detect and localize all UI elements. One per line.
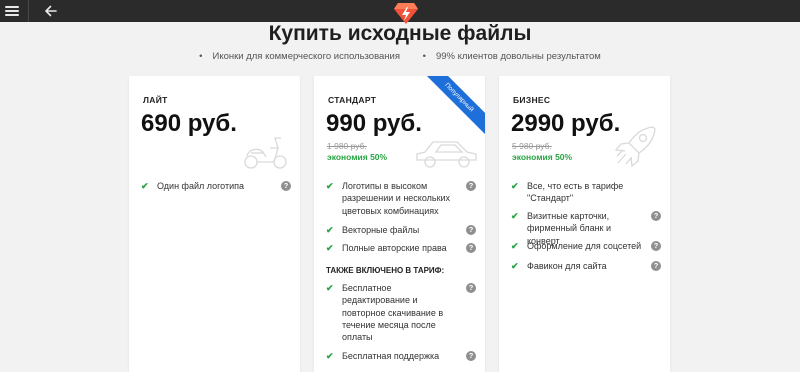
top-bar (0, 0, 800, 24)
check-icon: ✔ (326, 225, 334, 235)
extras-heading: ТАКЖЕ ВКЛЮЧЕНО В ТАРИФ: (326, 266, 445, 275)
plan-price: 690 руб. (141, 110, 237, 137)
check-icon: ✔ (511, 261, 519, 271)
plan-name: СТАНДАРТ (328, 95, 377, 105)
benefit-item: • Иконки для коммерческого использования (199, 51, 400, 62)
plan-name: ЛАЙТ (143, 95, 168, 105)
feature-item: ✔ Бесплатная поддержка ? (326, 350, 476, 362)
plan-price: 990 руб. (326, 110, 422, 137)
benefit-item: • 99% клиентов довольны результатом (422, 51, 601, 62)
check-icon: ✔ (511, 211, 519, 221)
feature-text: Векторные файлы (342, 225, 420, 235)
popular-badge: Популярный (425, 76, 485, 136)
feature-item: ✔ Оформление для соцсетей ? (511, 240, 661, 252)
badge-wrap: Популярный (425, 76, 485, 136)
old-price: 5 980 руб. (512, 141, 552, 151)
check-icon: ✔ (511, 241, 519, 251)
page-title: Купить исходные файлы (268, 22, 532, 45)
question-icon[interactable]: ? (466, 351, 476, 361)
feature-text: Полные авторские права (342, 243, 447, 253)
feature-text: Бесплатная поддержка (342, 351, 440, 361)
discount-label: экономия 50% (512, 152, 573, 162)
feature-item: ✔ Один файл логотипа ? (141, 180, 291, 192)
plan-name: БИЗНЕС (513, 95, 551, 105)
question-icon[interactable]: ? (651, 261, 661, 271)
question-icon[interactable]: ? (466, 225, 476, 235)
car-icon (416, 141, 477, 168)
feature-text: Логотипы в высоком разрешении и нескольк… (342, 181, 451, 216)
question-icon[interactable]: ? (466, 283, 476, 293)
feature-text: Один файл логотипа (157, 181, 245, 191)
plan-card-business[interactable]: БИЗНЕС 2990 руб. 5 980 руб. экономия 50%… (499, 76, 670, 372)
check-icon: ✔ (326, 351, 334, 361)
feature-item: ✔ Все, что есть в тарифе "Стандарт" (511, 180, 661, 205)
question-icon[interactable]: ? (466, 243, 476, 253)
question-icon[interactable]: ? (466, 181, 476, 191)
rocket-icon (614, 126, 656, 168)
check-icon: ✔ (326, 181, 334, 191)
plan-price: 2990 руб. (511, 110, 621, 137)
feature-item: ✔ Логотипы в высоком разрешении и нескол… (326, 180, 476, 217)
feature-text: Все, что есть в тарифе "Стандарт" (527, 181, 624, 204)
feature-item: ✔ Векторные файлы ? (326, 224, 476, 236)
check-icon: ✔ (141, 181, 149, 191)
scooter-icon (244, 137, 287, 169)
feature-item: ✔ Бесплатное редактирование и повторное … (326, 282, 476, 343)
divider (28, 0, 29, 22)
check-icon: ✔ (326, 283, 334, 293)
question-icon[interactable]: ? (281, 181, 291, 191)
benefits-line: • Иконки для коммерческого использования … (0, 51, 800, 62)
check-icon: ✔ (511, 181, 519, 191)
discount-label: экономия 50% (327, 152, 388, 162)
feature-item: ✔ Фавикон для сайта ? (511, 260, 661, 272)
hamburger-icon[interactable] (5, 4, 19, 18)
question-icon[interactable]: ? (651, 241, 661, 251)
arrow-left-icon[interactable] (43, 3, 59, 19)
check-icon: ✔ (326, 243, 334, 253)
feature-item: ✔ Полные авторские права ? (326, 242, 476, 254)
feature-text: Фавикон для сайта (527, 261, 607, 271)
old-price: 1 980 руб. (327, 141, 367, 151)
plan-card-lite[interactable]: ЛАЙТ 690 руб. ✔ Один файл логотипа ? (129, 76, 300, 372)
question-icon[interactable]: ? (651, 211, 661, 221)
feature-text: Оформление для соцсетей (527, 241, 642, 251)
feature-text: Бесплатное редактирование и повторное ск… (342, 283, 444, 343)
plan-card-standard[interactable]: Популярный СТАНДАРТ 990 руб. 1 980 руб. … (314, 76, 485, 372)
